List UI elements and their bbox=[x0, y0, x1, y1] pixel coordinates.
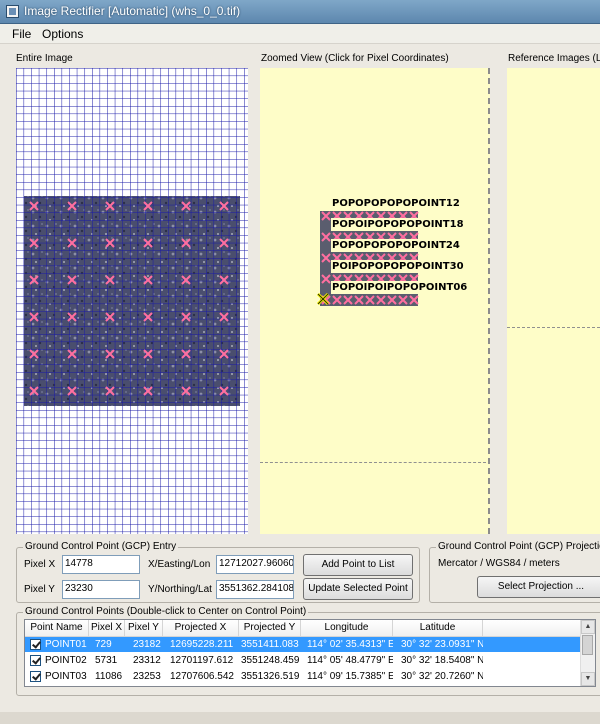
entire-image-label: Entire Image bbox=[16, 53, 73, 64]
cell-longitude: 114° 09' 15.7385" E bbox=[307, 671, 393, 682]
reference-images-label: Reference Images (Lo bbox=[508, 53, 600, 64]
northing-input[interactable]: 3551362.284108 bbox=[216, 580, 294, 599]
cell-projected-x: 12707606.542 bbox=[170, 671, 234, 682]
cell-projected-y: 3551411.083 bbox=[241, 639, 299, 650]
column-header-point-name[interactable]: Point Name bbox=[25, 620, 89, 636]
window-title: Image Rectifier [Automatic] (whs_0_0.tif… bbox=[24, 4, 241, 18]
scroll-thumb[interactable] bbox=[582, 635, 593, 655]
menu-bar: File Options bbox=[0, 24, 600, 44]
gcp-entry-title: Ground Control Point (GCP) Entry bbox=[23, 541, 179, 552]
update-selected-point-button[interactable]: Update Selected Point bbox=[303, 578, 413, 600]
gcp-projection-title: Ground Control Point (GCP) Projection bbox=[436, 541, 600, 552]
cell-projected-y: 3551326.519 bbox=[241, 671, 300, 682]
zoom-point-label: POPOPOPOPOPOINT12 bbox=[331, 197, 461, 210]
gcp-list-title: Ground Control Points (Double-click to C… bbox=[23, 606, 309, 617]
zoom-point-label: POPOPOPOPOPOINT24 bbox=[331, 239, 461, 252]
zoom-point-label: POIPOPOPOPOPOINT30 bbox=[331, 260, 465, 273]
cell-pixel-x: 5731 bbox=[95, 655, 118, 666]
zoom-point-label: POPOIPOPOPOPOINT18 bbox=[331, 218, 465, 231]
menu-options[interactable]: Options bbox=[42, 27, 83, 41]
entire-image-canvas bbox=[16, 68, 248, 534]
column-header-pixel-x[interactable]: Pixel X bbox=[89, 620, 125, 636]
table-row[interactable]: POINT01 729 23182 12695228.211 3551411.0… bbox=[25, 637, 581, 652]
pixel-x-label: Pixel X bbox=[24, 559, 56, 570]
entire-image-view[interactable] bbox=[16, 68, 248, 534]
scroll-down-arrow-icon[interactable]: ▼ bbox=[581, 672, 595, 686]
cell-point-name: POINT03 bbox=[45, 671, 87, 682]
add-point-button[interactable]: Add Point to List bbox=[303, 554, 413, 576]
pixel-x-input[interactable]: 14778 bbox=[62, 555, 140, 574]
cell-projected-y: 3551248.459 bbox=[241, 655, 300, 666]
app-icon bbox=[6, 5, 19, 18]
row-checkbox[interactable] bbox=[30, 655, 41, 666]
cell-pixel-y: 23253 bbox=[133, 671, 161, 682]
cell-point-name: POINT02 bbox=[45, 655, 87, 666]
menu-file[interactable]: File bbox=[12, 27, 31, 41]
reference-images-view[interactable] bbox=[507, 68, 600, 534]
row-checkbox[interactable] bbox=[30, 671, 41, 682]
cell-point-name: POINT01 bbox=[45, 639, 87, 650]
cell-longitude: 114° 05' 48.4779" E bbox=[307, 655, 393, 666]
gcp-list-header: Point Name Pixel X Pixel Y Projected X P… bbox=[25, 620, 585, 637]
column-header-projected-x[interactable]: Projected X bbox=[163, 620, 239, 636]
column-header-longitude[interactable]: Longitude bbox=[301, 620, 393, 636]
projection-text: Mercator / WGS84 / meters bbox=[438, 558, 560, 569]
select-projection-button[interactable]: Select Projection ... bbox=[477, 576, 600, 598]
list-scrollbar[interactable]: ▲ ▼ bbox=[580, 620, 595, 686]
zoom-canvas bbox=[316, 211, 419, 306]
cell-latitude: 30° 32' 23.0931" N bbox=[401, 639, 483, 650]
zoom-point-label: POPOIPOIPOPOPOINT06 bbox=[331, 281, 469, 294]
northing-label: Y/Northing/Lat bbox=[148, 584, 212, 595]
window-bottom-edge bbox=[0, 712, 600, 724]
easting-input[interactable]: 12712027.960605 bbox=[216, 555, 294, 574]
pixel-y-input[interactable]: 23230 bbox=[62, 580, 140, 599]
gcp-list[interactable]: Point Name Pixel X Pixel Y Projected X P… bbox=[24, 619, 596, 687]
cell-projected-x: 12695228.211 bbox=[170, 639, 234, 650]
table-row[interactable]: POINT03 11086 23253 12707606.542 3551326… bbox=[25, 669, 581, 684]
table-row[interactable]: POINT02 5731 23312 12701197.612 3551248.… bbox=[25, 653, 581, 668]
cell-pixel-x: 729 bbox=[95, 639, 112, 650]
pixel-grid bbox=[16, 68, 248, 534]
cell-projected-x: 12701197.612 bbox=[170, 655, 234, 666]
column-header-projected-y[interactable]: Projected Y bbox=[239, 620, 301, 636]
column-header-latitude[interactable]: Latitude bbox=[393, 620, 483, 636]
scroll-up-arrow-icon[interactable]: ▲ bbox=[581, 620, 595, 634]
cell-pixel-y: 23182 bbox=[133, 639, 161, 650]
cell-longitude: 114° 02' 35.4313" E bbox=[307, 639, 393, 650]
easting-label: X/Easting/Lon bbox=[148, 559, 211, 570]
reference-boundary-line bbox=[507, 327, 600, 328]
cell-latitude: 30° 32' 20.7260" N bbox=[401, 671, 483, 682]
title-bar: Image Rectifier [Automatic] (whs_0_0.tif… bbox=[0, 0, 600, 24]
pixel-y-label: Pixel Y bbox=[24, 584, 55, 595]
column-header-pixel-y[interactable]: Pixel Y bbox=[125, 620, 163, 636]
cell-pixel-x: 11086 bbox=[95, 671, 123, 682]
zoomed-view[interactable]: POPOPOPOPOPOINT12 POPOIPOPOPOPOINT18 POP… bbox=[260, 68, 490, 534]
row-checkbox[interactable] bbox=[30, 639, 41, 650]
cell-pixel-y: 23312 bbox=[133, 655, 161, 666]
zoomed-view-label: Zoomed View (Click for Pixel Coordinates… bbox=[261, 53, 449, 64]
cell-latitude: 30° 32' 18.5408" N bbox=[401, 655, 483, 666]
